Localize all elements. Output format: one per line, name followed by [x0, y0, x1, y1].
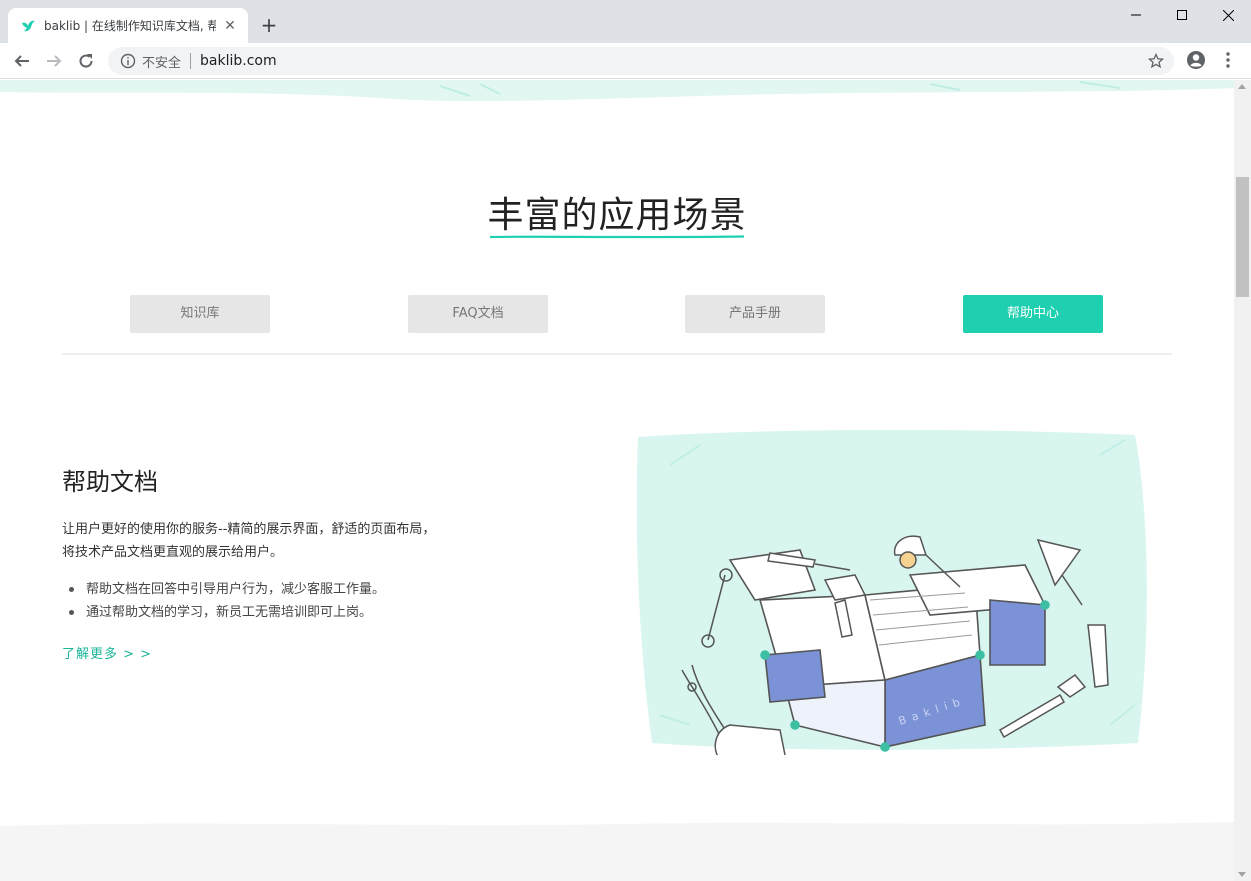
top-decorative-band — [0, 80, 1234, 102]
toolbox-illustration: Baklib — [636, 429, 1147, 755]
page-scrollbar[interactable] — [1234, 80, 1251, 881]
scenario-tabs: 知识库 FAQ文档 产品手册 帮助中心 — [0, 295, 1234, 335]
description-line: 让用户更好的使用你的服务--精简的展示界面，舒适的页面布局， — [62, 522, 436, 537]
arrow-left-icon — [14, 55, 29, 67]
security-label: 不安全 — [142, 55, 182, 71]
kebab-menu-icon[interactable] — [1220, 51, 1236, 69]
list-item-text: 帮助文档在回答中引导用户行为，减少客服工作量。 — [86, 582, 386, 597]
browser-toolbar: 不安全 baklib.com — [0, 43, 1251, 79]
section-title: 丰富的应用场景 — [487, 195, 747, 236]
bullet-dot-icon — [69, 587, 74, 592]
glove-icon — [714, 724, 786, 755]
reload-button[interactable] — [74, 49, 98, 73]
learn-more-link[interactable]: 了解更多 > > — [62, 643, 152, 662]
list-item-text: 通过帮助文档的学习，新员工无需培训即可上岗。 — [86, 605, 373, 620]
maximize-icon — [1177, 10, 1187, 20]
bottom-decorative-band — [0, 822, 1234, 881]
minimize-icon — [1131, 14, 1141, 16]
tab-close-icon[interactable]: ✕ — [222, 18, 238, 34]
back-button[interactable] — [10, 49, 34, 73]
close-icon — [1222, 9, 1234, 21]
forward-button[interactable] — [42, 49, 66, 73]
info-icon[interactable] — [120, 53, 136, 69]
omnibox-separator — [190, 53, 192, 69]
tab-title: baklib | 在线制作知识库文档, 帮 — [44, 19, 216, 33]
browser-tab-bar: baklib | 在线制作知识库文档, 帮 ✕ + — [0, 0, 1251, 43]
list-item: 通过帮助文档的学习，新员工无需培训即可上岗。 — [62, 601, 502, 624]
tab-faq[interactable]: FAQ文档 — [408, 295, 548, 333]
url-text[interactable]: baklib.com — [200, 53, 277, 69]
browser-tab[interactable]: baklib | 在线制作知识库文档, 帮 ✕ — [8, 8, 248, 43]
feature-list: 帮助文档在回答中引导用户行为，减少客服工作量。 通过帮助文档的学习，新员工无需培… — [62, 578, 502, 624]
bullet-dot-icon — [69, 610, 74, 615]
tab-product-manual[interactable]: 产品手册 — [685, 295, 825, 333]
account-icon[interactable] — [1185, 49, 1207, 71]
scroll-up-icon[interactable] — [1238, 84, 1246, 89]
scroll-down-icon[interactable] — [1238, 872, 1246, 877]
window-close-button[interactable] — [1205, 0, 1251, 30]
reload-icon — [79, 54, 93, 68]
star-icon[interactable] — [1148, 53, 1164, 69]
tab-help-center[interactable]: 帮助中心 — [963, 295, 1103, 333]
content-description: 让用户更好的使用你的服务--精简的展示界面，舒适的页面布局， 将技术产品文档更直… — [62, 518, 502, 564]
scrollbar-thumb[interactable] — [1236, 177, 1249, 297]
new-tab-button[interactable]: + — [258, 14, 280, 36]
title-underline — [490, 235, 744, 239]
content-heading: 帮助文档 — [62, 468, 158, 496]
arrow-right-icon — [47, 55, 62, 67]
page-viewport: 丰富的应用场景 知识库 FAQ文档 产品手册 帮助中心 帮助文档 让用户更好的使… — [0, 80, 1234, 881]
list-item: 帮助文档在回答中引导用户行为，减少客服工作量。 — [62, 578, 502, 601]
description-line: 将技术产品文档更直观的展示给用户。 — [62, 545, 284, 560]
baklib-bird-icon — [22, 20, 35, 31]
address-bar[interactable]: 不安全 baklib.com — [108, 47, 1174, 75]
tab-knowledge-base[interactable]: 知识库 — [130, 295, 270, 333]
tabs-divider — [62, 352, 1172, 356]
window-maximize-button[interactable] — [1159, 0, 1205, 30]
window-minimize-button[interactable] — [1113, 0, 1159, 30]
